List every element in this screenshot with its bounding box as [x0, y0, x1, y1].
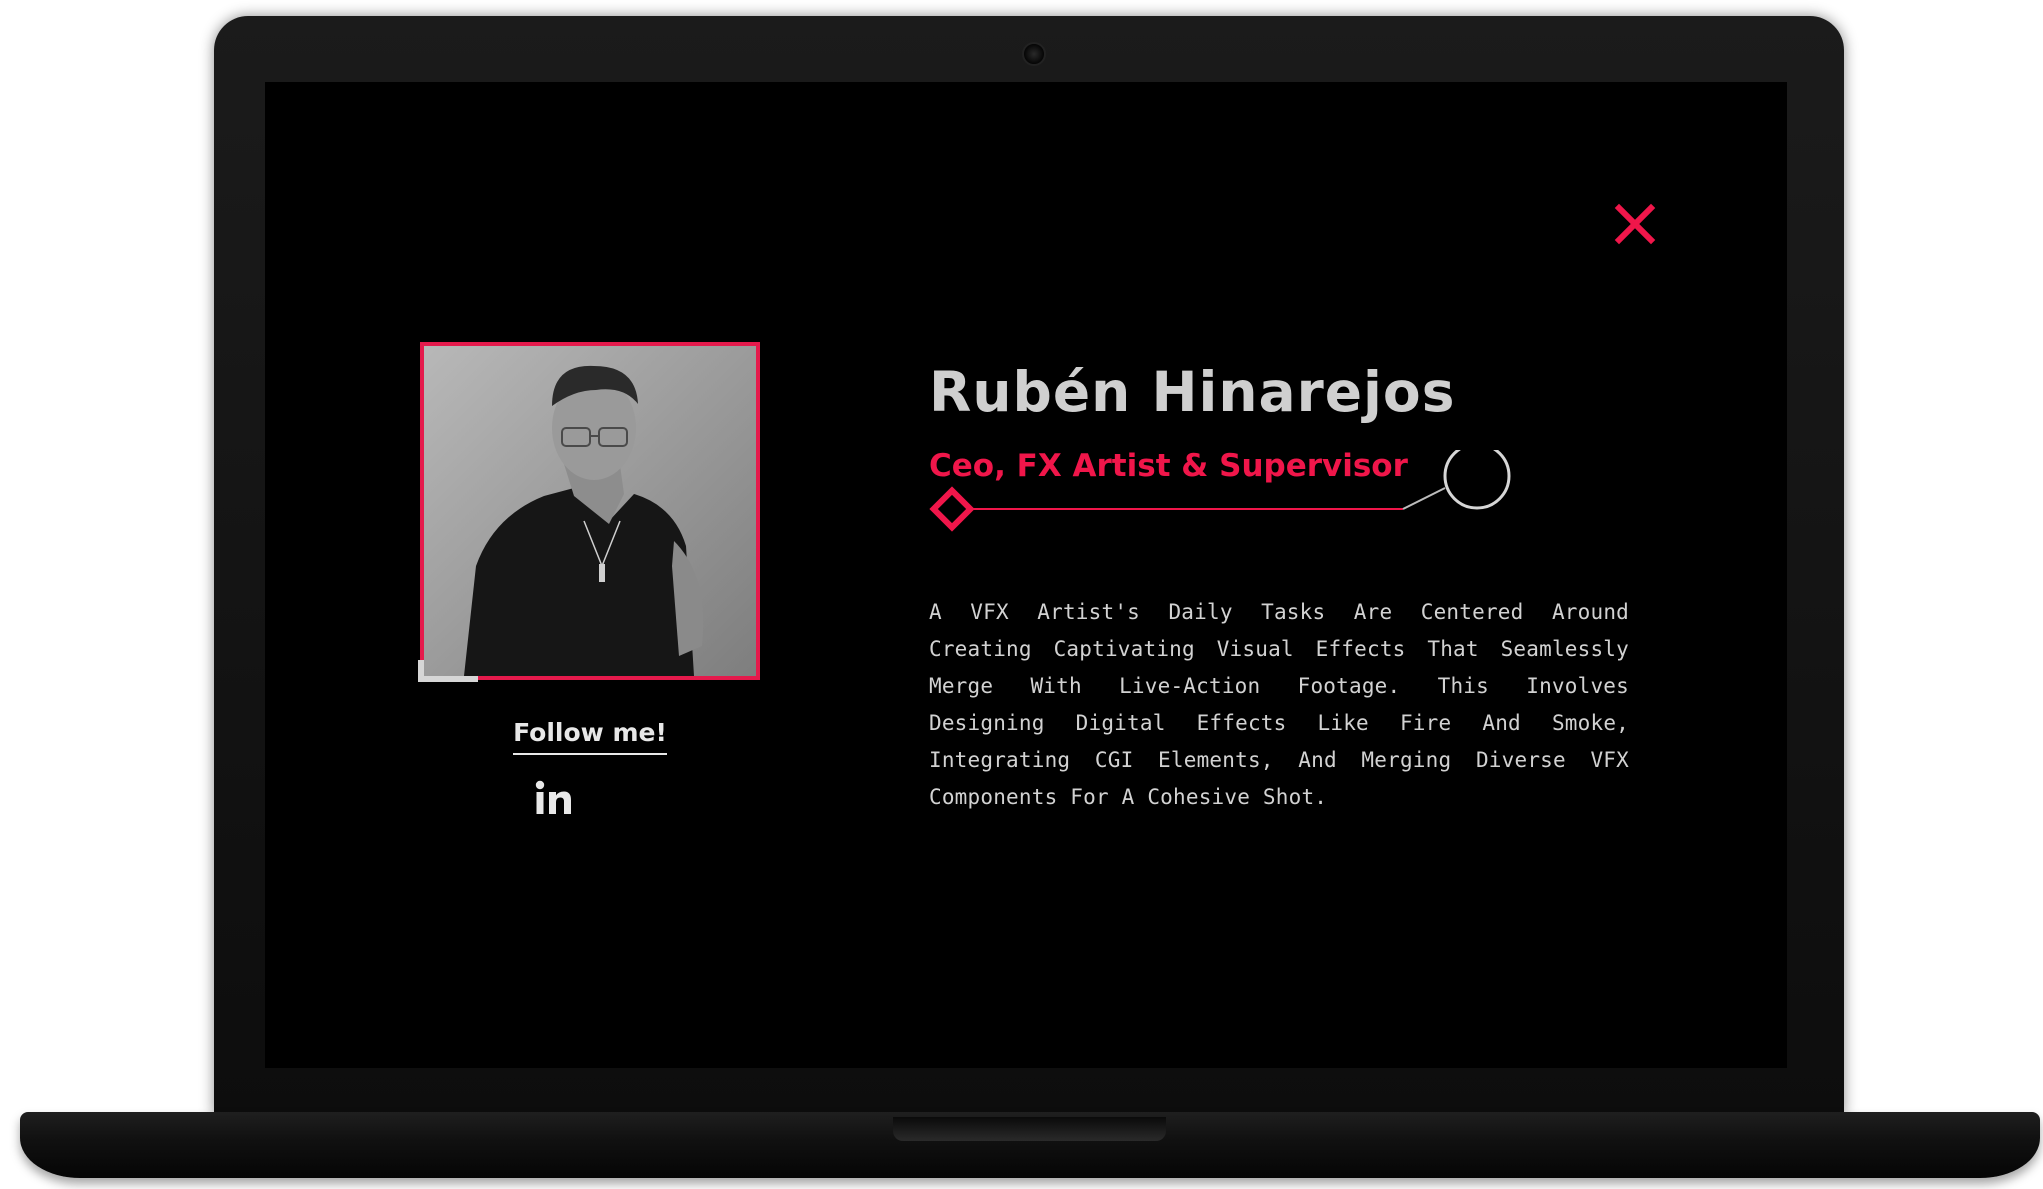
laptop-notch [893, 1117, 1166, 1141]
close-icon [1614, 203, 1656, 245]
portrait-image [424, 346, 756, 676]
webcam [1022, 42, 1046, 66]
follow-section: Follow me! [420, 718, 760, 755]
screen: Follow me! Rubén Hinarejos Ceo, FX Artis… [265, 82, 1787, 1068]
linkedin-icon [535, 780, 571, 814]
profile-bio: A VFX Artist's Daily Tasks Are Centered … [929, 600, 1629, 809]
linkedin-link[interactable] [535, 780, 573, 816]
profile-name: Rubén Hinarejos [929, 360, 1456, 424]
close-button[interactable] [1613, 202, 1657, 246]
profile-photo [418, 342, 760, 682]
follow-label: Follow me! [513, 718, 667, 755]
laptop-mockup: Follow me! Rubén Hinarejos Ceo, FX Artis… [0, 0, 2043, 1189]
decorative-line [929, 450, 1511, 532]
